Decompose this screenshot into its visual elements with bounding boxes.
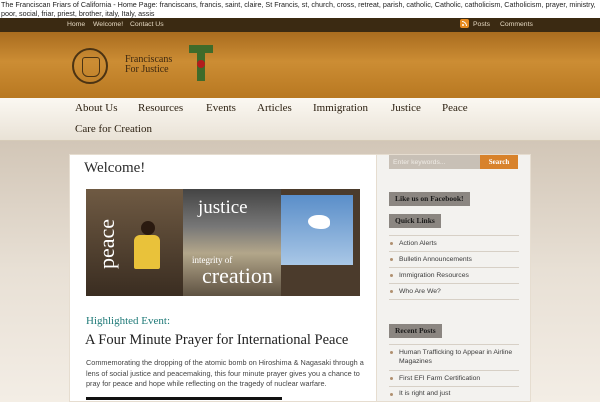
site-logo-text[interactable]: Franciscans For Justice	[125, 55, 185, 75]
banner-girl-head	[141, 221, 155, 235]
quick-links-title: Quick Links	[389, 214, 441, 228]
quick-link-bulletin[interactable]: Bulletin Announcements	[399, 255, 521, 264]
banner-girl-dress	[134, 235, 160, 269]
top-link-welcome[interactable]: Welcome!	[93, 18, 123, 32]
quick-link-action-alerts[interactable]: Action Alerts	[399, 239, 521, 248]
divider	[389, 386, 519, 387]
banner-word-creation: creation	[202, 263, 273, 288]
nav-about-us[interactable]: About Us	[75, 99, 117, 117]
search-input[interactable]	[389, 155, 480, 169]
event-title-link[interactable]: A Four Minute Prayer for International P…	[85, 332, 348, 349]
bullet-icon	[390, 290, 393, 293]
nav-immigration[interactable]: Immigration	[313, 99, 368, 117]
bullet-icon	[390, 393, 393, 396]
nav-events[interactable]: Events	[206, 99, 236, 117]
divider	[389, 299, 519, 300]
logo-line-2: For Justice	[125, 64, 169, 75]
nav-resources[interactable]: Resources	[138, 99, 183, 117]
top-link-home[interactable]: Home	[67, 18, 85, 32]
banner-word-justice: justice	[198, 197, 248, 218]
top-link-comments[interactable]: Comments	[500, 18, 533, 32]
page-heading: Welcome!	[84, 160, 146, 176]
bullet-icon	[390, 258, 393, 261]
justice-banner-image[interactable]: peace justice integrity of creation	[86, 189, 360, 296]
divider	[389, 283, 519, 284]
recent-post-link[interactable]: It is right and just	[399, 389, 521, 398]
bullet-icon	[390, 274, 393, 277]
highlighted-event-label: Highlighted Event:	[86, 315, 171, 327]
rss-icon[interactable]	[460, 19, 469, 28]
quick-link-immigration[interactable]: Immigration Resources	[399, 271, 521, 280]
bullet-icon	[390, 351, 393, 354]
banner-dove-panel	[281, 195, 353, 265]
dove-icon	[308, 215, 330, 229]
bullet-icon	[390, 377, 393, 380]
divider	[389, 370, 519, 371]
browser-page-title: The Franciscan Friars of California - Ho…	[0, 0, 600, 18]
quick-link-who-are-we[interactable]: Who Are We?	[399, 287, 521, 296]
franciscan-seal-icon[interactable]	[72, 48, 108, 84]
divider	[389, 267, 519, 268]
divider	[389, 344, 519, 345]
nav-articles[interactable]: Articles	[257, 99, 292, 117]
divider	[389, 235, 519, 236]
top-link-posts[interactable]: Posts	[473, 18, 490, 32]
tau-cross-dot	[197, 60, 205, 68]
nav-peace[interactable]: Peace	[442, 99, 468, 117]
facebook-widget-title[interactable]: Like us on Facebook!	[389, 192, 470, 206]
nav-justice[interactable]: Justice	[391, 99, 421, 117]
banner-word-peace: peace	[94, 218, 119, 269]
nav-care-for-creation[interactable]: Care for Creation	[75, 120, 152, 138]
recent-post-link[interactable]: First EFI Farm Certification	[399, 374, 521, 383]
top-link-contact[interactable]: Contact Us	[130, 18, 164, 32]
bullet-icon	[390, 242, 393, 245]
event-description: Commemorating the dropping of the atomic…	[86, 358, 364, 388]
search-button[interactable]: Search	[480, 155, 518, 169]
divider	[389, 251, 519, 252]
recent-post-link[interactable]: Human Trafficking to Appear in Airline M…	[399, 348, 521, 366]
recent-posts-title: Recent Posts	[389, 324, 442, 338]
